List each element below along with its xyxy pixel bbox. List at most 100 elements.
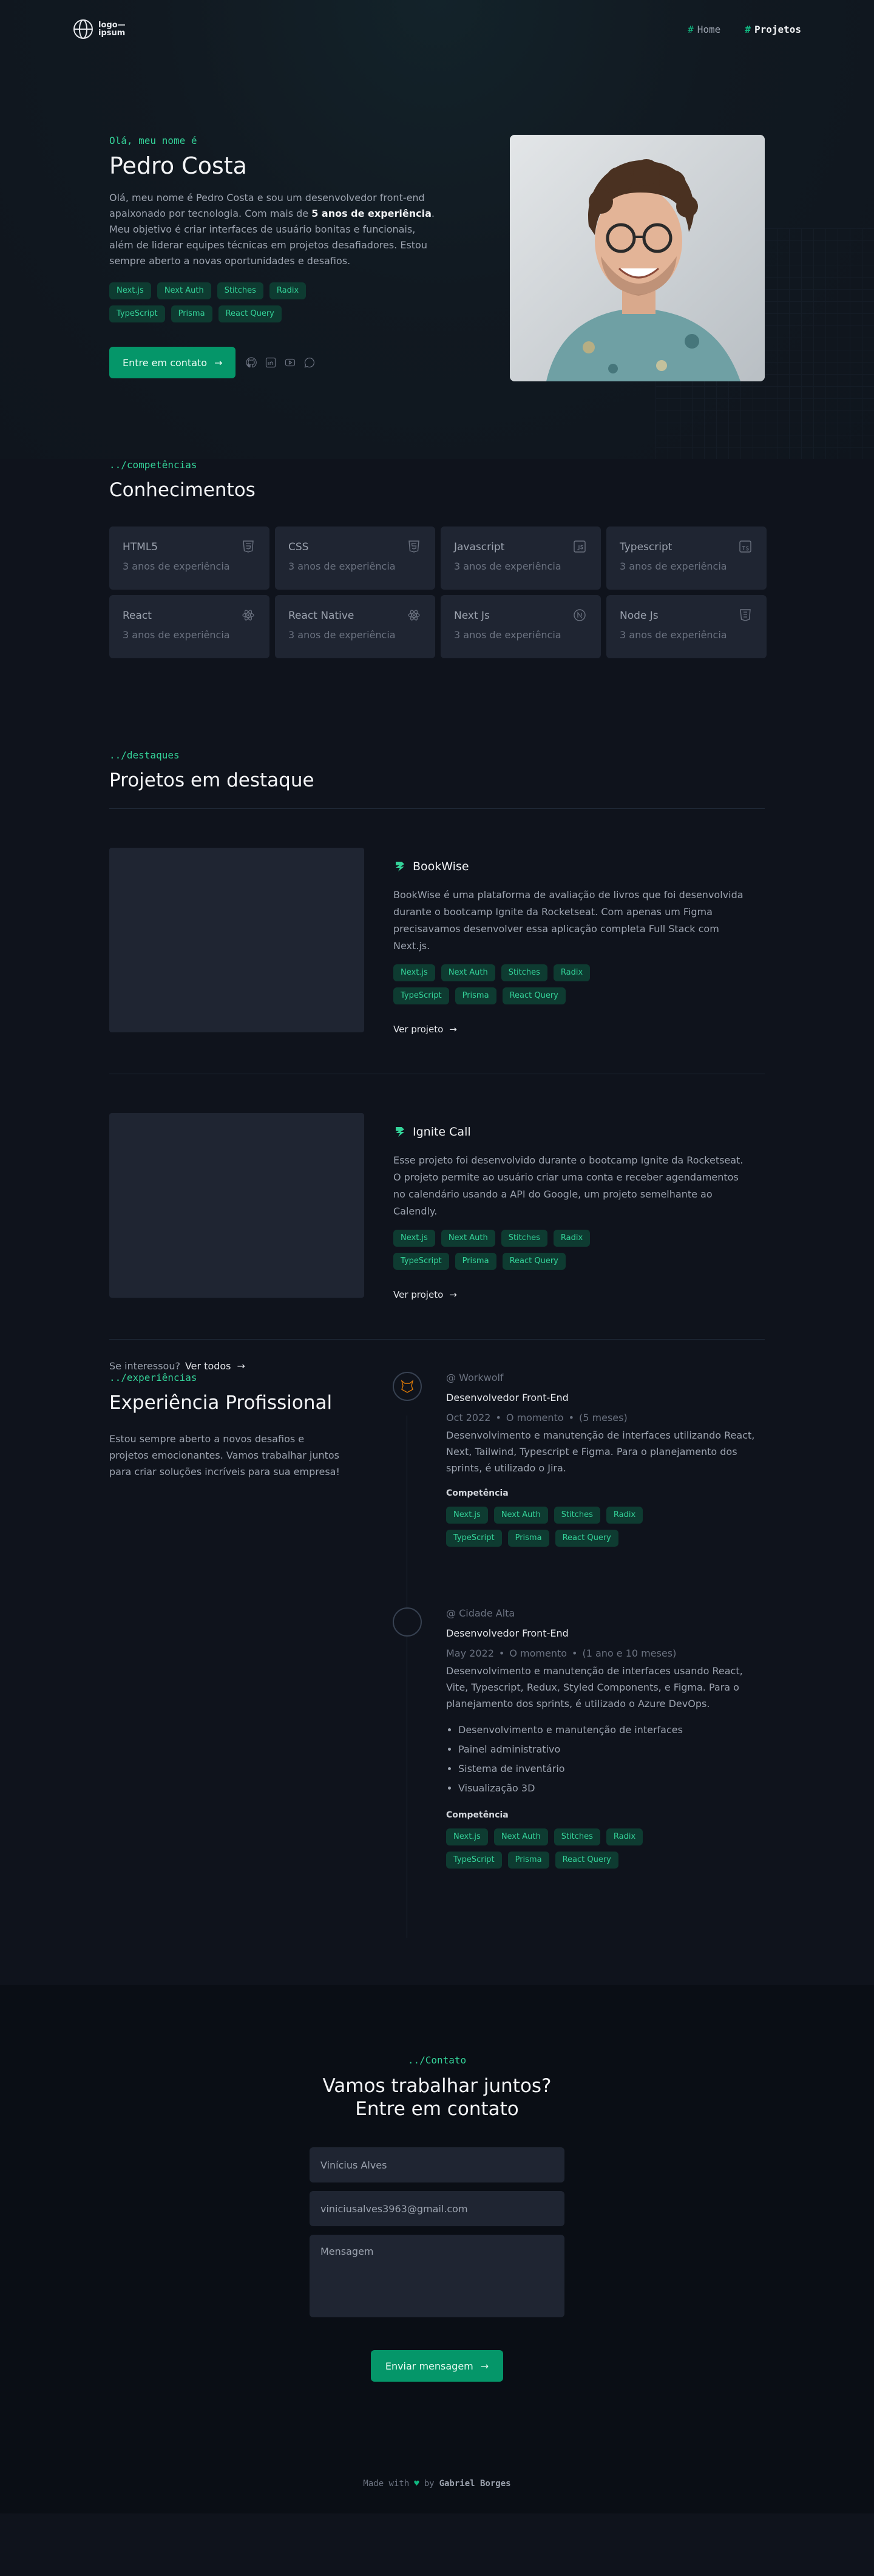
skill-name: Node Js — [620, 610, 659, 622]
project-logo-icon — [396, 1127, 404, 1137]
more-prompt: Se interessou? — [109, 1360, 180, 1372]
tag: React Query — [555, 1530, 618, 1547]
project-title: BookWise — [413, 860, 469, 873]
view-project-link[interactable]: Ver projeto → — [393, 1289, 745, 1300]
skill-card: Javascript 3 anos de experiência — [441, 526, 601, 590]
tag: TypeScript — [446, 1852, 502, 1869]
hero-description: Olá, meu nome é Pedro Costa e sou um des… — [109, 192, 435, 267]
section-label: ../experiências — [109, 1372, 197, 1383]
experience-intro: ../experiências Experiência Profissional… — [109, 1372, 352, 1985]
more-projects: Se interessou? Ver todos → — [109, 1360, 765, 1372]
skill-card: React Native 3 anos de experiência — [275, 595, 435, 658]
tag: Radix — [269, 282, 307, 299]
tag: Next Auth — [157, 282, 211, 299]
tag: Next.js — [393, 1230, 435, 1247]
tag: TypeScript — [393, 987, 449, 1004]
youtube-icon[interactable] — [284, 356, 296, 369]
linkedin-icon[interactable] — [265, 356, 277, 369]
social-links — [245, 356, 316, 369]
job-description: Desenvolvimento e manutenção de interfac… — [446, 1665, 743, 1709]
nextjs-icon — [574, 609, 586, 621]
footer: Made with ♥ by Gabriel Borges — [363, 2479, 511, 2489]
tag: Next.js — [393, 964, 435, 981]
tag: Next.js — [109, 282, 151, 299]
skill-name: Next Js — [454, 610, 490, 622]
nav-projetos[interactable]: # Projetos — [745, 24, 801, 35]
project-thumbnail[interactable] — [109, 1113, 364, 1298]
experience-timeline: @ Workwolf Desenvolvedor Front-End Oct 2… — [393, 1372, 765, 1985]
logo-text: logo— ipsum — [98, 21, 126, 38]
tag: Next.js — [446, 1828, 488, 1845]
tag: Radix — [606, 1507, 643, 1524]
competence-label: Competência — [446, 1488, 509, 1498]
project-tags: Next.js Next Auth Stitches Radix TypeScr… — [393, 964, 624, 1004]
site-header: logo— ipsum # Home # Projetos — [0, 0, 874, 58]
nav-home[interactable]: # Home — [688, 24, 720, 35]
project-thumbnail[interactable] — [109, 848, 364, 1032]
arrow-right-icon: → — [449, 1024, 457, 1035]
whatsapp-icon[interactable] — [303, 356, 316, 369]
section-title: Experiência Profissional — [109, 1392, 333, 1414]
contact-button[interactable]: Entre em contato → — [109, 347, 236, 378]
arrow-right-icon: → — [214, 356, 223, 369]
send-message-button[interactable]: Enviar mensagem → — [370, 2350, 504, 2382]
skill-name: React — [123, 610, 152, 622]
tag: Stitches — [501, 964, 547, 981]
job-bullets: Desenvolvimento e manutenção de interfac… — [446, 1720, 765, 1798]
footer-author: Gabriel Borges — [439, 2479, 511, 2489]
tag: React Query — [502, 987, 566, 1004]
tag: Stitches — [501, 1230, 547, 1247]
list-item: Painel administrativo — [458, 1740, 765, 1759]
message-field[interactable] — [310, 2235, 564, 2317]
job-entry: @ Workwolf Desenvolvedor Front-End Oct 2… — [393, 1372, 765, 1547]
view-project-link[interactable]: Ver projeto → — [393, 1024, 745, 1035]
view-all-link[interactable]: Ver todos → — [185, 1360, 245, 1372]
skill-card: HTML5 3 anos de experiência — [109, 526, 269, 590]
skill-experience: 3 anos de experiência — [288, 561, 396, 572]
hero-actions: Entre em contato → — [109, 347, 437, 378]
arrow-right-icon: → — [449, 1289, 457, 1300]
company-logo — [393, 1607, 422, 1637]
tag: Next Auth — [493, 1507, 548, 1524]
job-dates: Oct 2022 • O momento • (5 meses) — [446, 1412, 628, 1423]
tag: Stitches — [217, 282, 263, 299]
logo[interactable]: logo— ipsum — [73, 19, 126, 39]
hero-greeting: Olá, meu nome é — [109, 135, 197, 146]
main-nav: # Home # Projetos — [688, 24, 801, 35]
skill-card: CSS 3 anos de experiência — [275, 526, 435, 590]
experience-description: Estou sempre aberto a novos desafios e p… — [109, 1433, 340, 1477]
list-item: Desenvolvimento e manutenção de interfac… — [458, 1720, 765, 1740]
tag: Prisma — [171, 305, 212, 322]
project-title-row: BookWise — [393, 860, 745, 873]
skill-name: Javascript — [454, 541, 505, 553]
name-field[interactable] — [310, 2147, 564, 2182]
html5-icon — [243, 540, 254, 553]
job-tags: Next.js Next Auth Stitches Radix TypeScr… — [446, 1507, 665, 1547]
tag: Next Auth — [441, 1230, 495, 1247]
section-title: Conhecimentos — [109, 479, 256, 501]
tag: TypeScript — [446, 1530, 502, 1547]
project-tags: Next.js Next Auth Stitches Radix TypeScr… — [393, 1230, 624, 1270]
tag: Stitches — [554, 1828, 600, 1845]
contact-section: ../Contato Vamos trabalhar juntos? Entre … — [0, 1985, 874, 2513]
project-info: Ignite Call Esse projeto foi desenvolvid… — [393, 1113, 745, 1300]
tag: Prisma — [455, 1253, 496, 1270]
javascript-icon — [574, 540, 586, 553]
tag: Stitches — [554, 1507, 600, 1524]
contact-title: Vamos trabalhar juntos? Entre em contato — [322, 2075, 552, 2120]
skill-card: Typescript 3 anos de experiência — [606, 526, 767, 590]
workwolf-logo-icon — [401, 1380, 414, 1393]
section-label: ../competências — [109, 459, 197, 471]
tag: Radix — [606, 1828, 643, 1845]
skills-grid: HTML5 3 anos de experiência CSS 3 anos d… — [109, 526, 767, 658]
divider — [109, 1339, 765, 1340]
email-field[interactable] — [310, 2191, 564, 2226]
competence-label: Competência — [446, 1810, 509, 1820]
tag: Prisma — [507, 1530, 549, 1547]
skill-experience: 3 anos de experiência — [454, 629, 561, 641]
skill-experience: 3 anos de experiência — [454, 561, 561, 572]
github-icon[interactable] — [245, 356, 257, 369]
tag: React Query — [502, 1253, 566, 1270]
nodejs-icon — [740, 609, 751, 621]
tag: Next Auth — [493, 1828, 548, 1845]
